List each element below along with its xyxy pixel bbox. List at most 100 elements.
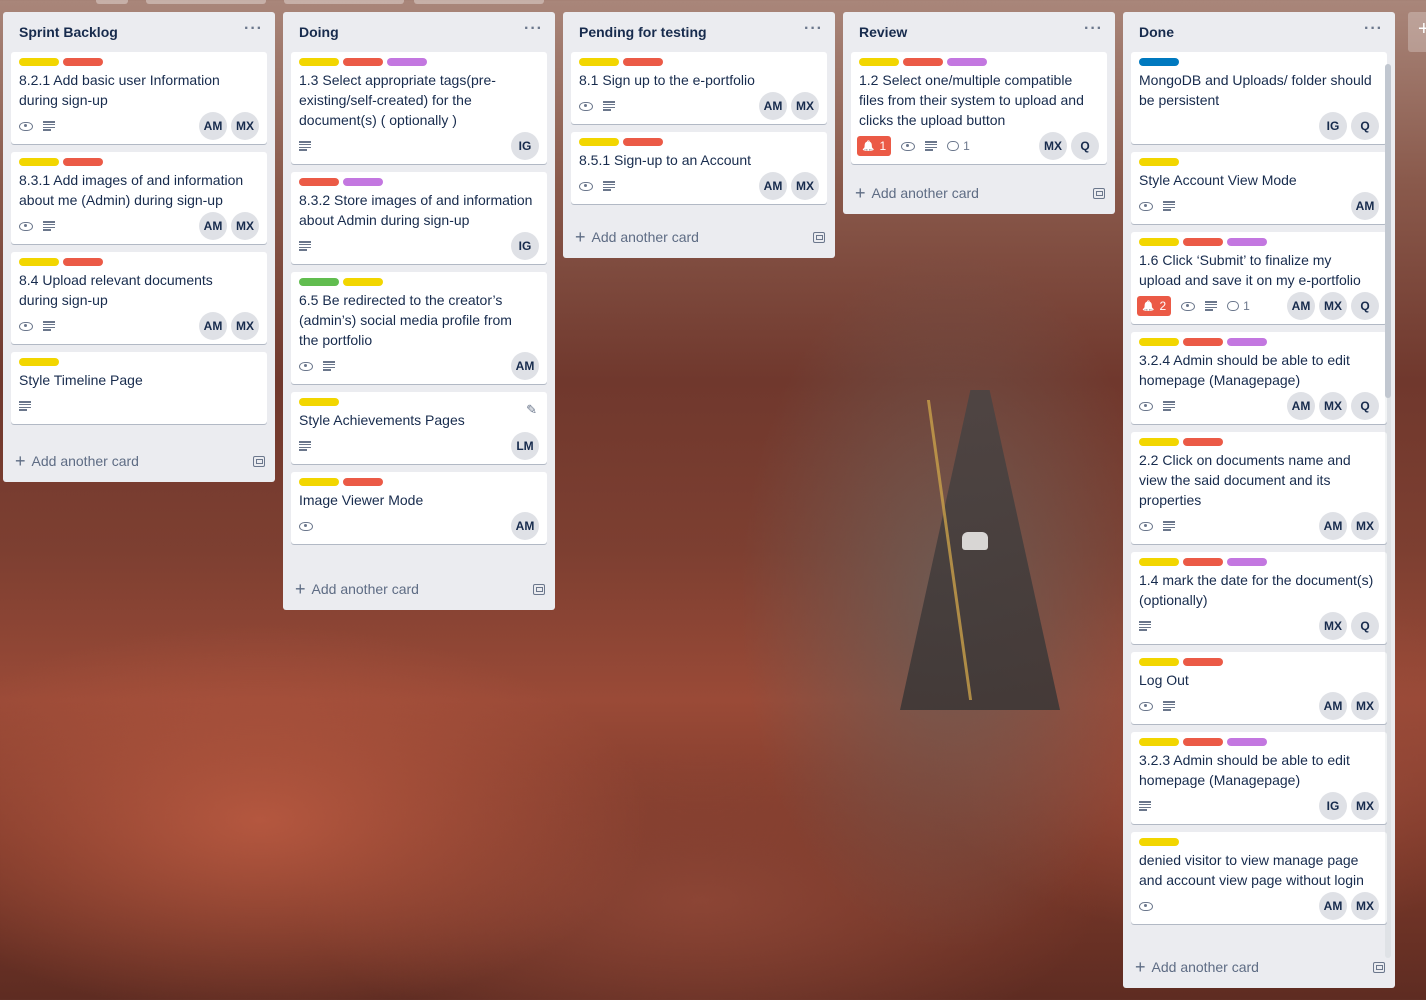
list-title[interactable]: Doing — [299, 24, 339, 40]
label-yellow[interactable] — [343, 278, 383, 286]
label-red[interactable] — [343, 478, 383, 486]
label-yellow[interactable] — [1139, 738, 1179, 746]
card[interactable]: Image Viewer Mode AM — [291, 472, 547, 544]
label-red[interactable] — [63, 158, 103, 166]
card[interactable]: Log Out AM MX — [1131, 652, 1387, 724]
card[interactable]: 8.3.1 Add images of and information abou… — [11, 152, 267, 244]
label-red[interactable] — [1183, 738, 1223, 746]
label-green[interactable] — [299, 278, 339, 286]
avatar[interactable]: MX — [1039, 132, 1067, 160]
avatar[interactable]: MX — [791, 92, 819, 120]
label-red[interactable] — [1183, 238, 1223, 246]
add-card-button[interactable]: + Add another card — [855, 184, 979, 202]
avatar[interactable]: AM — [759, 172, 787, 200]
add-card-button[interactable]: + Add another card — [575, 228, 699, 246]
list-menu-icon[interactable]: ··· — [1084, 21, 1103, 39]
label-purple[interactable] — [343, 178, 383, 186]
card[interactable]: 3.2.3 Admin should be able to edit homep… — [1131, 732, 1387, 824]
list-title[interactable]: Sprint Backlog — [19, 24, 118, 40]
label-yellow[interactable] — [1139, 438, 1179, 446]
label-red[interactable] — [63, 258, 103, 266]
label-yellow[interactable] — [19, 58, 59, 66]
card[interactable]: 8.3.2 Store images of and information ab… — [291, 172, 547, 264]
label-purple[interactable] — [947, 58, 987, 66]
card[interactable]: 8.4 Upload relevant documents during sig… — [11, 252, 267, 344]
list-title[interactable]: Pending for testing — [579, 24, 707, 40]
label-yellow[interactable] — [299, 398, 339, 406]
add-card-button[interactable]: + Add another card — [1135, 958, 1259, 976]
label-yellow[interactable] — [1139, 238, 1179, 246]
avatar[interactable]: AM — [511, 352, 539, 380]
label-red[interactable] — [623, 58, 663, 66]
avatar[interactable]: AM — [511, 512, 539, 540]
label-yellow[interactable] — [299, 478, 339, 486]
label-red[interactable] — [1183, 438, 1223, 446]
avatar[interactable]: MX — [1351, 792, 1379, 820]
add-list-button[interactable]: + — [1408, 12, 1426, 52]
list-title[interactable]: Done — [1139, 24, 1174, 40]
label-yellow[interactable] — [1139, 838, 1179, 846]
avatar[interactable]: Q — [1351, 112, 1379, 140]
card-template-icon[interactable] — [1093, 187, 1105, 199]
avatar[interactable]: IG — [511, 232, 539, 260]
card-template-icon[interactable] — [1373, 961, 1385, 973]
list-menu-icon[interactable]: ··· — [244, 21, 263, 39]
card[interactable]: 3.2.4 Admin should be able to edit homep… — [1131, 332, 1387, 424]
card-template-icon[interactable] — [813, 231, 825, 243]
card[interactable]: 1.6 Click ‘Submit’ to finalize my upload… — [1131, 232, 1387, 324]
card-template-icon[interactable] — [533, 583, 545, 595]
avatar[interactable]: AM — [1287, 292, 1315, 320]
card[interactable]: denied visitor to view manage page and a… — [1131, 832, 1387, 924]
label-purple[interactable] — [1227, 558, 1267, 566]
label-red[interactable] — [299, 178, 339, 186]
label-red[interactable] — [1183, 338, 1223, 346]
card[interactable]: Style Account View Mode AM — [1131, 152, 1387, 224]
due-date-badge[interactable]: 🔔 2 — [1137, 296, 1172, 316]
avatar[interactable]: MX — [1351, 512, 1379, 540]
avatar[interactable]: AM — [1351, 192, 1379, 220]
label-red[interactable] — [1183, 558, 1223, 566]
add-card-button[interactable]: + Add another card — [295, 580, 419, 598]
card[interactable]: 1.3 Select appropriate tags(pre-existing… — [291, 52, 547, 164]
avatar[interactable]: IG — [1319, 792, 1347, 820]
label-yellow[interactable] — [19, 158, 59, 166]
label-yellow[interactable] — [1139, 558, 1179, 566]
card[interactable]: 1.2 Select one/multiple compatible files… — [851, 52, 1107, 164]
card[interactable]: 1.4 mark the date for the document(s) (o… — [1131, 552, 1387, 644]
avatar[interactable]: AM — [1287, 392, 1315, 420]
avatar[interactable]: Q — [1351, 292, 1379, 320]
label-red[interactable] — [623, 138, 663, 146]
label-yellow[interactable] — [1139, 658, 1179, 666]
scrollbar-thumb[interactable] — [1385, 64, 1391, 398]
card[interactable]: 8.5.1 Sign-up to an Account AM MX — [571, 132, 827, 204]
avatar[interactable]: MX — [231, 212, 259, 240]
list-title[interactable]: Review — [859, 24, 907, 40]
label-yellow[interactable] — [579, 138, 619, 146]
avatar[interactable]: Q — [1351, 612, 1379, 640]
card-template-icon[interactable] — [253, 455, 265, 467]
avatar[interactable]: AM — [199, 212, 227, 240]
label-yellow[interactable] — [579, 58, 619, 66]
avatar[interactable]: IG — [1319, 112, 1347, 140]
list-menu-icon[interactable]: ··· — [804, 21, 823, 39]
avatar[interactable]: MX — [1351, 892, 1379, 920]
label-red[interactable] — [343, 58, 383, 66]
avatar[interactable]: AM — [1319, 692, 1347, 720]
card[interactable]: ✎ Style Achievements Pages LM — [291, 392, 547, 464]
label-yellow[interactable] — [299, 58, 339, 66]
avatar[interactable]: AM — [1319, 512, 1347, 540]
card[interactable]: Style Timeline Page — [11, 352, 267, 424]
label-purple[interactable] — [1227, 338, 1267, 346]
avatar[interactable]: MX — [1351, 692, 1379, 720]
avatar[interactable]: MX — [1319, 392, 1347, 420]
avatar[interactable]: MX — [791, 172, 819, 200]
avatar[interactable]: AM — [199, 112, 227, 140]
label-red[interactable] — [903, 58, 943, 66]
card[interactable]: 2.2 Click on documents name and view the… — [1131, 432, 1387, 544]
label-red[interactable] — [1183, 658, 1223, 666]
card[interactable]: MongoDB and Uploads/ folder should be pe… — [1131, 52, 1387, 144]
label-purple[interactable] — [1227, 238, 1267, 246]
list-menu-icon[interactable]: ··· — [524, 21, 543, 39]
avatar[interactable]: MX — [231, 312, 259, 340]
label-red[interactable] — [63, 58, 103, 66]
